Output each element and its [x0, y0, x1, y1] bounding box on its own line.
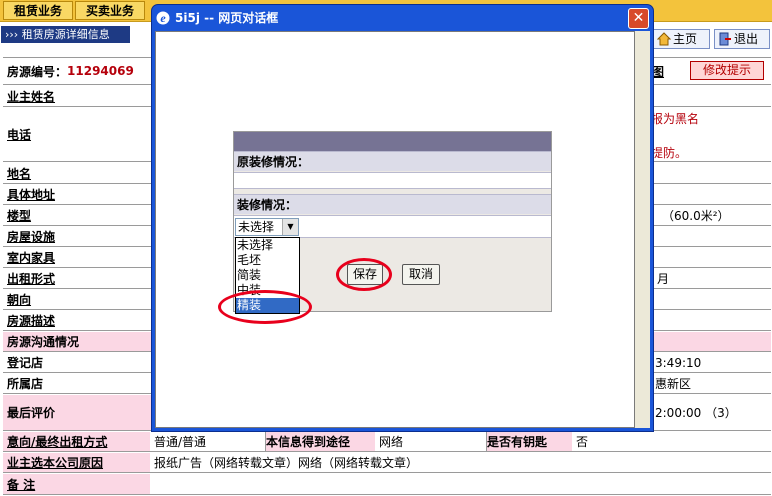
option-simple[interactable]: 简装: [236, 268, 299, 283]
highlight-ring-option: [218, 290, 312, 324]
dialog-title: 5i5j -- 网页对话框: [175, 11, 279, 25]
district-value: 惠新区: [655, 377, 692, 391]
original-decoration-value: [234, 172, 551, 189]
option-unselected[interactable]: 未选择: [236, 238, 299, 253]
intent-value: 普通/普通: [150, 432, 266, 451]
edit-hint-button[interactable]: 修改提示: [690, 61, 764, 80]
last-eval-time: 2:00:00 （3）: [651, 395, 771, 430]
blacklist-note: 报为黑名: [651, 112, 700, 126]
home-icon: [656, 32, 672, 46]
row-reason: 业主选本公司原因 报纸广告（网络转载文章）网络（网络转载文章）: [3, 453, 771, 473]
decoration-label: 装修情况：: [234, 194, 551, 214]
form-header: [234, 132, 551, 151]
logout-icon: [718, 32, 732, 46]
property-id-value: 11294069: [67, 64, 134, 78]
area-value: （60.0米²）: [662, 209, 730, 223]
close-icon[interactable]: ✕: [628, 8, 649, 29]
row-intent: 意向/最终出租方式 普通/普通 本信息得到途径 网络 是否有钥匙 否: [3, 432, 771, 452]
key-value: 否: [572, 432, 771, 451]
ie-icon: e: [155, 10, 171, 26]
breadcrumb: ››› 租赁房源详细信息: [1, 26, 130, 43]
key-label: 是否有钥匙: [483, 432, 576, 451]
source-value: 网络: [375, 432, 487, 451]
home-button[interactable]: 主页: [653, 29, 710, 49]
register-time: 3:49:10: [655, 355, 702, 370]
prevent-note: 提防。: [651, 146, 688, 160]
logout-button[interactable]: 退出: [714, 29, 770, 49]
option-rough[interactable]: 毛坯: [236, 253, 299, 268]
cancel-button[interactable]: 取消: [402, 264, 440, 285]
highlight-ring-save: [336, 258, 392, 291]
tab-sale[interactable]: 买卖业务: [75, 1, 145, 20]
row-remarks: 备 注: [3, 474, 771, 495]
decoration-select[interactable]: 未选择 ▼: [235, 218, 299, 236]
svg-text:e: e: [160, 11, 166, 25]
dialog-scrollbar[interactable]: [635, 31, 650, 428]
original-decoration-label: 原装修情况：: [234, 151, 551, 171]
remarks-value: [150, 474, 771, 494]
tab-rental[interactable]: 租赁业务: [3, 1, 73, 20]
chevron-down-icon[interactable]: ▼: [282, 219, 298, 235]
month-fragment: 月: [657, 272, 670, 286]
source-label: 本信息得到途径: [262, 432, 379, 451]
reason-value: 报纸广告（网络转载文章）网络（网络转载文章）: [150, 453, 771, 472]
